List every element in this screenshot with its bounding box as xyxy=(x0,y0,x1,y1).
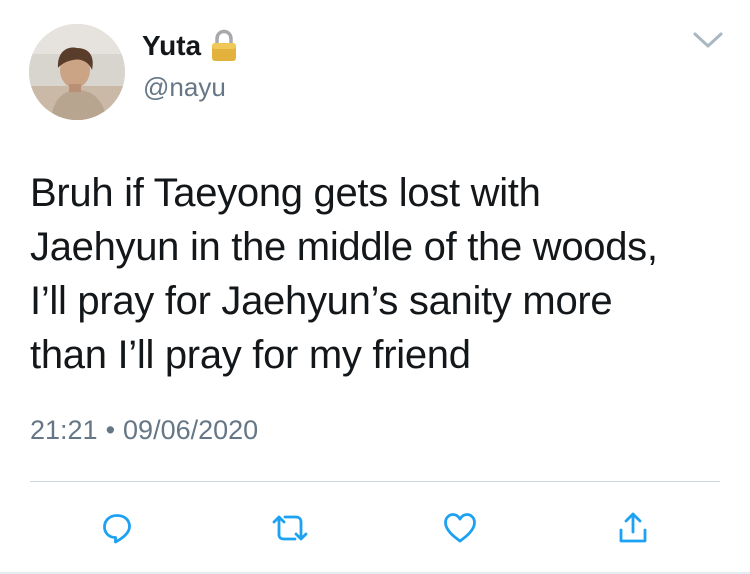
meta-separator: • xyxy=(105,415,116,445)
tweet-timestamp[interactable]: 21:21 • 09/06/2020 xyxy=(30,413,258,447)
retweet-button[interactable] xyxy=(268,506,312,550)
divider xyxy=(30,481,720,482)
tweet-actions xyxy=(0,506,750,550)
tweet-text-line: than I’ll pray for my friend xyxy=(30,333,471,377)
share-button[interactable] xyxy=(611,506,655,550)
avatar-image xyxy=(29,24,125,120)
tweet-card: Yuta @nayu Bruh if Taeyong gets lost wit… xyxy=(0,0,750,574)
user-handle[interactable]: @nayu xyxy=(143,71,226,103)
lock-icon xyxy=(209,29,239,63)
heart-icon xyxy=(444,513,476,543)
tweet-text: Bruh if Taeyong gets lost with Jaehyun i… xyxy=(30,166,730,382)
display-name[interactable]: Yuta xyxy=(142,29,239,63)
share-icon xyxy=(619,512,647,543)
tweet-date: 09/06/2020 xyxy=(123,415,259,445)
chevron-down-icon[interactable] xyxy=(688,26,728,54)
tweet-text-line: Bruh if Taeyong gets lost with xyxy=(30,171,541,215)
tweet-time: 21:21 xyxy=(30,415,98,445)
display-name-text: Yuta xyxy=(142,30,202,61)
tweet-text-line: I’ll pray for Jaehyun’s sanity more xyxy=(30,279,613,323)
retweet-icon xyxy=(272,515,308,541)
tweet-text-line: Jaehyun in the middle of the woods, xyxy=(30,225,658,269)
reply-button[interactable] xyxy=(95,506,139,550)
like-button[interactable] xyxy=(438,506,482,550)
avatar[interactable] xyxy=(29,24,125,120)
reply-icon xyxy=(103,514,131,544)
